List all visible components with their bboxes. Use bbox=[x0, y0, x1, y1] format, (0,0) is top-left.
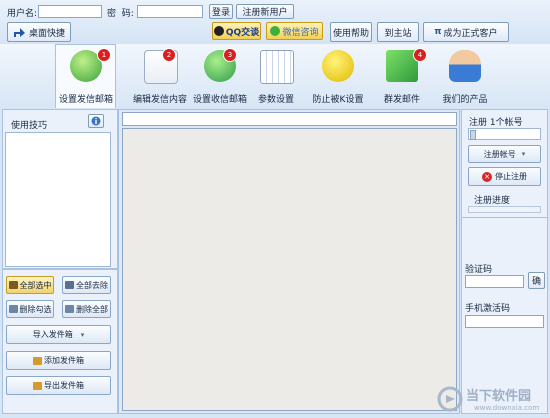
register-account-dropdown[interactable]: 注册帐号 ▾ bbox=[468, 145, 541, 163]
divider bbox=[461, 217, 548, 218]
select-all-label: 全部选中 bbox=[19, 280, 52, 290]
watermark-url: www.downxia.com bbox=[474, 404, 540, 412]
badge-2: 2 bbox=[162, 48, 176, 62]
export-mailbox-button[interactable]: 导出发件箱 bbox=[6, 376, 111, 395]
wechat-icon bbox=[270, 26, 281, 36]
password-input[interactable] bbox=[137, 5, 203, 18]
delete-checked-label: 删除勾选 bbox=[19, 304, 52, 314]
login-button[interactable]: 登录 bbox=[209, 4, 233, 19]
desktop-shortcut-button[interactable]: 桌面快捷 bbox=[7, 22, 71, 42]
become-customer-label: 成为正式客户 bbox=[443, 28, 498, 39]
tool-label: 防止被K设置 bbox=[312, 95, 364, 105]
select-all-button[interactable]: 全部选中 bbox=[6, 276, 54, 294]
main-site-button[interactable]: 到主站 bbox=[377, 22, 419, 42]
username-label: 用户名: bbox=[7, 9, 38, 19]
export-icon bbox=[33, 381, 42, 390]
chevron-down-icon: ▾ bbox=[80, 330, 85, 339]
calendar-icon bbox=[260, 50, 294, 84]
eraser-icon bbox=[8, 305, 18, 313]
import-label: 导入发件箱 bbox=[32, 330, 73, 339]
remove-all-label: 全部去除 bbox=[76, 280, 108, 290]
tool-mass-send[interactable]: 4 群发邮件 bbox=[369, 44, 435, 108]
username-input[interactable] bbox=[38, 5, 102, 18]
badge-3: 3 bbox=[223, 48, 237, 62]
qq-chat-button[interactable]: QQ交谈 bbox=[212, 22, 261, 40]
badge-4: 4 bbox=[413, 48, 427, 62]
select-icon bbox=[8, 281, 18, 289]
captcha-label: 验证码 bbox=[465, 265, 493, 275]
remove-icon bbox=[65, 281, 74, 289]
watermark-brand: 当下软件园 bbox=[466, 389, 532, 404]
captcha-confirm-button[interactable]: 确 bbox=[528, 272, 545, 289]
help-button[interactable]: 使用帮助 bbox=[330, 22, 372, 42]
arrow-icon bbox=[14, 28, 25, 37]
delete-all-button[interactable]: 删除全部 bbox=[62, 300, 111, 318]
eraser-icon bbox=[65, 305, 74, 313]
register-new-user-button[interactable]: 注册新用户 bbox=[236, 4, 294, 19]
import-mailbox-dropdown[interactable]: 导入发件箱 ▾ bbox=[6, 325, 111, 344]
tool-our-products[interactable]: 我们的产品 bbox=[432, 44, 498, 108]
info-button[interactable] bbox=[88, 114, 104, 128]
tool-label: 参数设置 bbox=[257, 95, 294, 105]
register-progress-bar bbox=[468, 206, 541, 213]
pi-icon: π bbox=[434, 27, 442, 37]
register-account-label: 注册帐号 bbox=[483, 149, 516, 159]
watermark: 当下软件园 www.downxia.com bbox=[434, 380, 550, 418]
sms-label: 手机激活码 bbox=[465, 304, 511, 314]
slider-thumb[interactable] bbox=[470, 130, 476, 140]
captcha-input[interactable] bbox=[465, 275, 524, 288]
badge-1: 1 bbox=[97, 48, 111, 62]
add-label: 添加发件箱 bbox=[44, 356, 84, 365]
tool-label: 设置发信邮箱 bbox=[58, 95, 113, 105]
export-label: 导出发件箱 bbox=[44, 381, 84, 390]
password-label: 密 码: bbox=[107, 9, 134, 19]
wechat-consult-label: 微信咨询 bbox=[282, 27, 319, 38]
watermark-logo-icon bbox=[437, 386, 463, 412]
wechat-consult-button[interactable]: 微信咨询 bbox=[266, 22, 323, 40]
center-top-field[interactable] bbox=[122, 112, 457, 126]
tool-label: 我们的产品 bbox=[442, 95, 488, 105]
content-area[interactable] bbox=[122, 128, 457, 411]
tool-label: 编辑发信内容 bbox=[132, 95, 187, 105]
tool-anti-block[interactable]: 防止被K设置 bbox=[305, 44, 371, 108]
add-mailbox-button[interactable]: 添加发件箱 bbox=[6, 351, 111, 370]
stop-register-label: 停止注册 bbox=[495, 172, 527, 181]
info-icon bbox=[91, 116, 101, 126]
delete-all-label: 删除全部 bbox=[76, 304, 108, 314]
tips-title: 使用技巧 bbox=[11, 121, 48, 131]
delete-checked-button[interactable]: 删除勾选 bbox=[6, 300, 54, 318]
remove-all-button[interactable]: 全部去除 bbox=[62, 276, 111, 294]
wrench-icon bbox=[322, 50, 354, 82]
become-customer-button[interactable]: π 成为正式客户 bbox=[423, 22, 509, 42]
chevron-down-icon: ▾ bbox=[521, 150, 526, 158]
progress-label: 注册进度 bbox=[474, 196, 511, 206]
sms-code-input[interactable] bbox=[465, 315, 544, 328]
qq-chat-label: QQ交谈 bbox=[225, 27, 260, 38]
register-count: 注册 1个帐号 bbox=[469, 118, 523, 128]
stop-icon: ✕ bbox=[482, 171, 492, 182]
add-icon bbox=[33, 356, 42, 365]
qq-penguin-icon bbox=[213, 26, 224, 36]
tool-label: 群发邮件 bbox=[383, 95, 420, 105]
tool-parameters[interactable]: 参数设置 bbox=[243, 44, 309, 108]
desktop-shortcut-label: 桌面快捷 bbox=[29, 28, 66, 39]
tool-edit-content[interactable]: 2 编辑发信内容 bbox=[127, 44, 193, 108]
tool-send-mailbox[interactable]: 1 设置发信邮箱 bbox=[53, 44, 119, 108]
person-icon bbox=[449, 50, 481, 82]
tips-list[interactable] bbox=[5, 132, 111, 267]
register-count-slider[interactable] bbox=[468, 128, 541, 140]
stop-register-button[interactable]: ✕ 停止注册 bbox=[468, 167, 541, 186]
